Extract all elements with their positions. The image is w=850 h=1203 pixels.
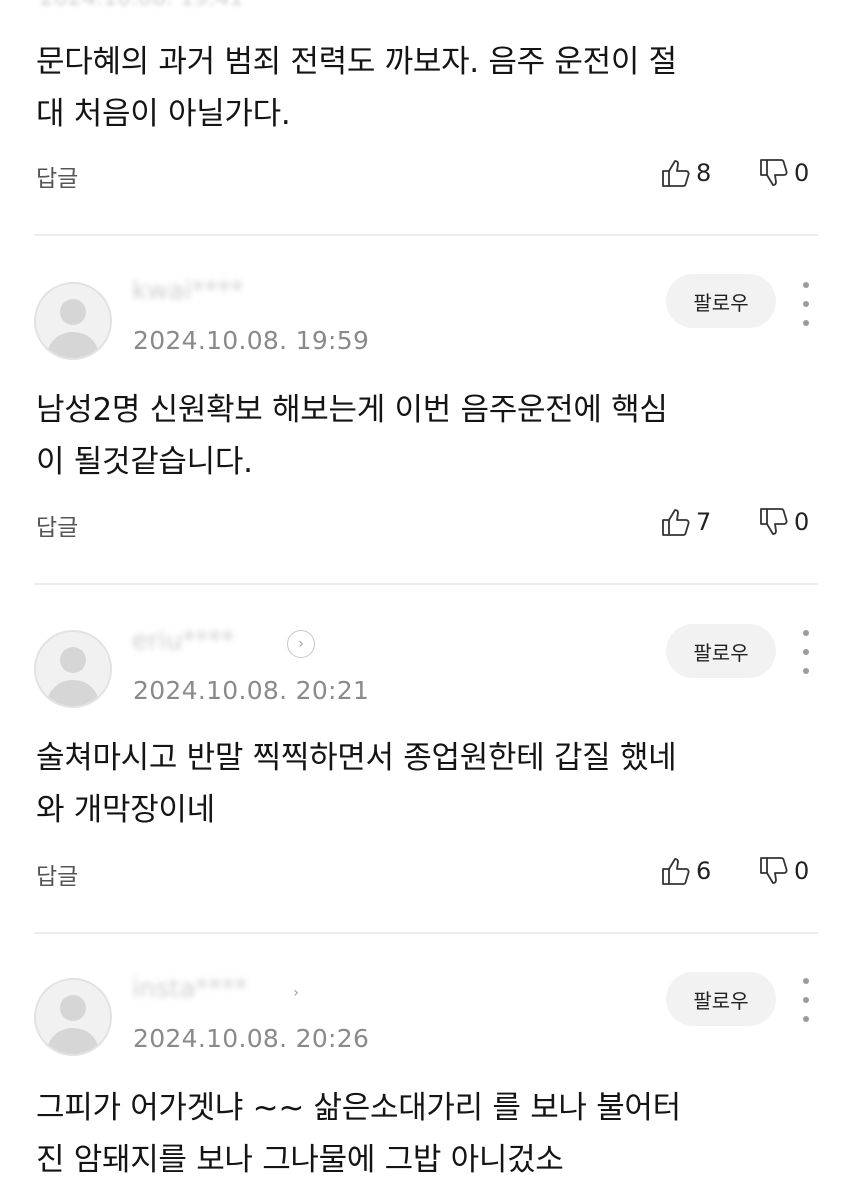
avatar[interactable] <box>34 282 112 360</box>
like-count: 6 <box>696 857 712 885</box>
comment-date: 2024.10.08. 20:21 <box>133 676 370 705</box>
dislike-count: 0 <box>794 508 810 536</box>
chevron-right-icon[interactable]: › <box>283 980 309 1006</box>
username[interactable]: insta**** <box>132 974 247 1004</box>
like-count: 8 <box>696 159 712 187</box>
dislike-button[interactable]: 0 <box>758 158 809 188</box>
divider <box>34 234 818 236</box>
avatar[interactable] <box>34 630 112 708</box>
thumbs-down-icon <box>760 857 788 884</box>
like-button[interactable]: 7 <box>660 507 711 537</box>
follow-button[interactable]: 팔로우 <box>666 972 776 1026</box>
comment-text: 그피가 어가겟냐 ~~ 삶은소대가리 를 보나 불어터 진 암돼지를 보나 그나… <box>36 1090 681 1178</box>
reply-button[interactable]: 답글 <box>36 508 78 542</box>
previous-comment-date: 2024.10.08. 19:41 <box>40 0 420 11</box>
reply-button[interactable]: 답글 <box>36 159 78 193</box>
comment-text: 술쳐마시고 반말 찍찍하면서 종업원한테 갑질 했네 와 개막장이네 <box>36 740 677 828</box>
thumbs-up-icon <box>662 858 690 885</box>
like-button[interactable]: 8 <box>660 158 711 188</box>
thumbs-down-icon <box>760 508 788 535</box>
username[interactable]: eriu**** <box>132 626 234 656</box>
like-count: 7 <box>696 508 712 536</box>
thumbs-up-icon <box>662 160 690 187</box>
avatar[interactable] <box>34 978 112 1056</box>
dislike-count: 0 <box>794 159 810 187</box>
follow-button[interactable]: 팔로우 <box>666 624 776 678</box>
chevron-right-icon[interactable]: › <box>287 630 315 658</box>
reply-button[interactable]: 답글 <box>36 857 78 891</box>
more-vertical-icon[interactable] <box>798 978 814 1022</box>
dislike-button[interactable]: 0 <box>758 507 809 537</box>
divider <box>34 932 818 934</box>
like-button[interactable]: 6 <box>660 856 711 886</box>
follow-button[interactable]: 팔로우 <box>666 274 776 328</box>
thumbs-down-icon <box>760 159 788 186</box>
comment-text: 문다혜의 과거 범죄 전력도 까보자. 음주 운전이 절 대 처음이 아닐가다. <box>36 44 677 132</box>
username[interactable]: kwai**** <box>132 276 243 306</box>
dislike-count: 0 <box>794 857 810 885</box>
more-vertical-icon[interactable] <box>798 282 814 326</box>
divider <box>34 583 818 585</box>
comment-date: 2024.10.08. 19:59 <box>133 326 370 355</box>
more-vertical-icon[interactable] <box>798 630 814 674</box>
dislike-button[interactable]: 0 <box>758 856 809 886</box>
comment-text: 남성2명 신원확보 해보는게 이번 음주운전에 핵심 이 될것같습니다. <box>36 392 668 480</box>
comment-date: 2024.10.08. 20:26 <box>133 1024 370 1053</box>
thumbs-up-icon <box>662 509 690 536</box>
